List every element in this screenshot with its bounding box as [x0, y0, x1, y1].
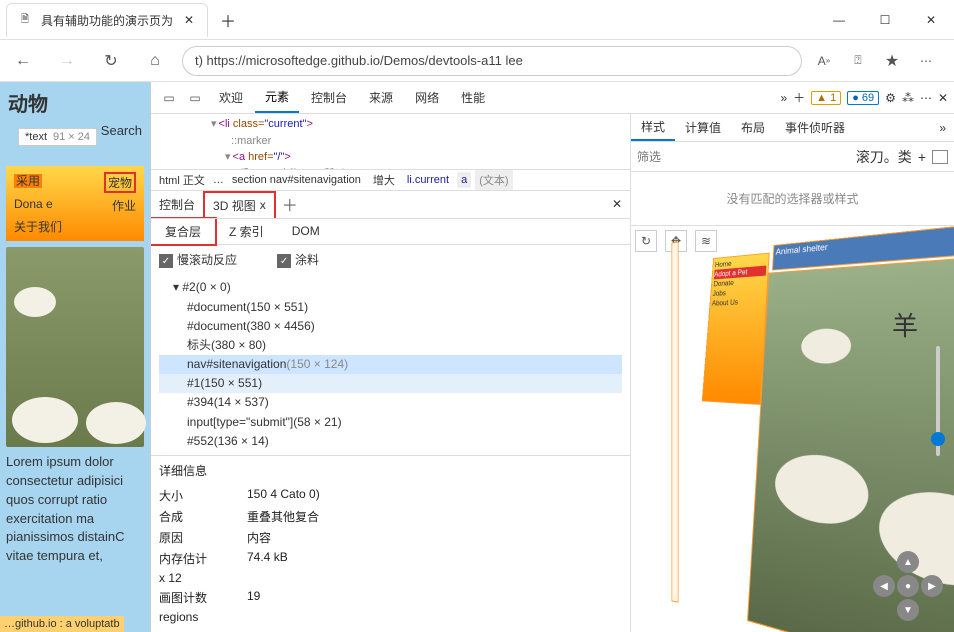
styles-more-icon[interactable]: » — [931, 121, 954, 135]
new-tab-button[interactable]: ＋ — [214, 6, 242, 34]
page-favicon: 🗎 — [17, 12, 33, 28]
dpad-down-icon[interactable]: ▼ — [897, 599, 919, 621]
back-icon[interactable]: ← — [6, 44, 40, 78]
page-paragraph: Lorem ipsum dolor consectetur adipisici … — [0, 449, 150, 570]
more-icon[interactable]: ⋯ — [920, 91, 932, 105]
favorite-star-icon[interactable]: ★ — [880, 49, 904, 73]
tab-title: 具有辅助功能的演示页为 — [41, 12, 173, 29]
warnings-badge[interactable]: ▲ 1 — [811, 91, 841, 105]
drawer-add-icon[interactable]: ＋ — [282, 192, 298, 216]
forward-icon[interactable]: → — [50, 44, 84, 78]
nav-about[interactable]: 关于我们 — [14, 218, 62, 235]
dpad: ▲ ◀●▶ ▼ — [872, 550, 944, 622]
more-tabs-icon[interactable]: » — [780, 91, 787, 105]
styles-filter-input[interactable] — [637, 150, 792, 164]
nav-donate[interactable]: Dona e — [14, 197, 53, 214]
hov-button[interactable]: 滚刀。类 — [856, 147, 912, 167]
add-tab-icon[interactable]: ＋ — [793, 89, 805, 106]
tab-elements[interactable]: 元素 — [255, 82, 299, 113]
devtools-close-icon[interactable]: ✕ — [938, 91, 948, 105]
dpad-up-icon[interactable]: ▲ — [897, 551, 919, 573]
window-minimize-icon[interactable]: — — [816, 4, 862, 36]
styles-tab-layout[interactable]: 布局 — [731, 115, 775, 140]
styles-tab-styles[interactable]: 样式 — [631, 114, 675, 141]
layer-details: 详细信息 大小150 4 Cato 0) 合成重叠其他复合 原因内容 内存估计7… — [151, 455, 630, 632]
reader-icon[interactable]: A» — [812, 49, 836, 73]
boxmodel-icon[interactable] — [932, 150, 948, 164]
inspect-tooltip: *text91 × 24 — [18, 128, 97, 146]
window-maximize-icon[interactable]: ☐ — [862, 4, 908, 36]
layer-tree[interactable]: ▾ #2(0 × 0) #document(150 × 551) #docume… — [151, 274, 630, 455]
reset-view-icon[interactable]: ↻ — [635, 230, 657, 252]
nav-pet-highlighted[interactable]: 宠物 — [104, 172, 136, 193]
refresh-icon[interactable]: ↻ — [94, 44, 128, 78]
nav-jobs[interactable]: 作业 — [112, 197, 136, 214]
home-icon[interactable]: ⌂ — [138, 44, 172, 78]
settings-gear-icon[interactable]: ⚙ — [885, 91, 896, 105]
breadcrumb[interactable]: html 正文… section nav#sitenavigation 增大 l… — [151, 169, 630, 190]
zoom-slider[interactable] — [936, 346, 940, 456]
address-bar[interactable]: t) https://microsoftedge.github.io/Demos… — [182, 46, 802, 76]
v3tab-zindex[interactable]: Z 索引 — [215, 219, 278, 244]
layers-icon[interactable]: ≋ — [695, 230, 717, 252]
tab-close-icon[interactable]: ✕ — [181, 12, 197, 28]
translate-icon[interactable]: ⍰ — [846, 49, 870, 73]
menu-icon[interactable]: ⋯ — [914, 49, 938, 73]
window-close-icon[interactable]: ✕ — [908, 4, 954, 36]
tab-console[interactable]: 控制台 — [301, 83, 357, 112]
styles-tab-computed[interactable]: 计算值 — [675, 115, 731, 140]
tab-performance[interactable]: 性能 — [451, 83, 495, 112]
v3tab-composited[interactable]: 复合层 — [151, 219, 215, 244]
nav-adopt[interactable]: 采用 — [14, 172, 42, 193]
dom-tree[interactable]: ▾<li class="current"> ::marker ▾<a href=… — [151, 114, 630, 169]
no-match-message: 没有匹配的选择器或样式 — [631, 172, 954, 225]
v3tab-dom[interactable]: DOM — [278, 220, 334, 242]
check-slowscroll[interactable]: ✓慢滚动反应 — [159, 251, 237, 269]
drawer-tab-console[interactable]: 控制台 — [151, 192, 203, 217]
dpad-center-icon[interactable]: ● — [897, 575, 919, 597]
3d-nav-layer: Home Adopt a Pet Donate Jobs About Us — [702, 253, 770, 405]
drawer-close-icon[interactable]: ✕ — [612, 197, 622, 211]
site-navigation: 采用 宠物 Dona e 作业 关于我们 — [6, 166, 144, 241]
info-badge[interactable]: ● 69 — [847, 91, 879, 105]
devtools: ▭ ▭ 欢迎 元素 控制台 来源 网络 性能 » ＋ ▲ 1 ● 69 ⚙ ⁂ … — [150, 82, 954, 632]
drawer-tab-3dview[interactable]: 3D 视图x — [203, 191, 276, 218]
hero-image — [6, 247, 144, 447]
new-style-icon[interactable]: + — [918, 149, 926, 165]
tab-welcome[interactable]: 欢迎 — [209, 83, 253, 112]
device-toggle-icon[interactable]: ▭ — [183, 86, 207, 110]
check-paint[interactable]: ✓涂料 — [277, 251, 319, 269]
browser-tab[interactable]: 🗎 具有辅助功能的演示页为 ✕ — [6, 3, 208, 37]
status-bar: …github.io : a voluptatb — [0, 616, 124, 632]
dpad-left-icon[interactable]: ◀ — [873, 575, 895, 597]
page-content: 动物 Search *text91 × 24 采用 宠物 Dona e 作业 关… — [0, 82, 150, 632]
styles-tab-listeners[interactable]: 事件侦听器 — [775, 115, 855, 140]
inspect-element-icon[interactable]: ▭ — [157, 86, 181, 110]
dpad-right-icon[interactable]: ▶ — [921, 575, 943, 597]
page-heading: 动物 — [0, 82, 150, 123]
customize-icon[interactable]: ⁂ — [902, 91, 914, 105]
3d-view-canvas[interactable]: ↻ ✥ ≋ Animal shelter Home Adopt a Pet Do… — [631, 225, 954, 632]
3d-title: 羊 — [892, 306, 918, 343]
tab-network[interactable]: 网络 — [405, 83, 449, 112]
tab-sources[interactable]: 来源 — [359, 83, 403, 112]
